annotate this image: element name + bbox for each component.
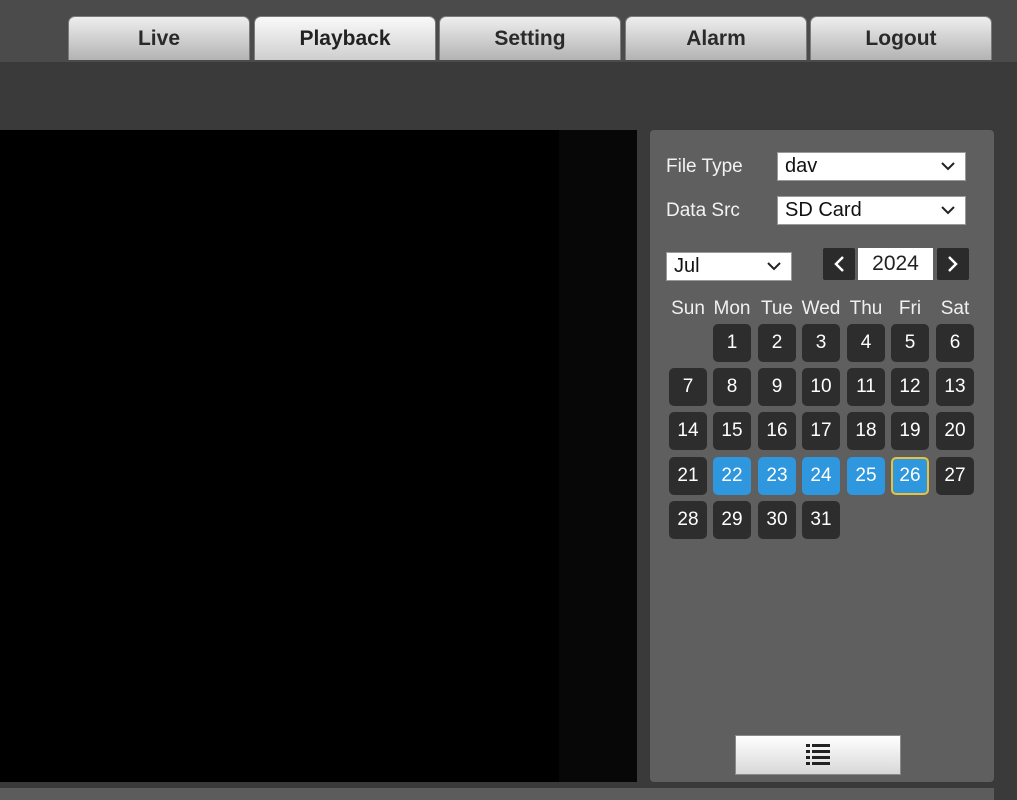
calendar-day[interactable]: 17 bbox=[802, 412, 840, 450]
file-type-label: File Type bbox=[666, 156, 743, 177]
calendar-day[interactable]: 21 bbox=[669, 457, 707, 495]
file-list-button[interactable] bbox=[735, 735, 901, 775]
chevron-left-icon bbox=[834, 256, 844, 272]
top-nav-bar: Live Playback Setting Alarm Logout bbox=[0, 0, 1017, 62]
calendar-day[interactable]: 8 bbox=[713, 368, 751, 406]
data-src-label: Data Src bbox=[666, 200, 740, 221]
calendar-day[interactable]: 19 bbox=[891, 412, 929, 450]
weekday-header: Fri bbox=[898, 298, 922, 319]
calendar-day[interactable]: 23 bbox=[758, 457, 796, 495]
tab-logout[interactable]: Logout bbox=[810, 16, 992, 60]
weekday-header: Mon bbox=[713, 298, 751, 319]
tab-alarm[interactable]: Alarm bbox=[625, 16, 807, 60]
calendar-day[interactable]: 3 bbox=[802, 324, 840, 362]
calendar-day[interactable]: 31 bbox=[802, 501, 840, 539]
month-value: Jul bbox=[674, 255, 700, 277]
calendar-day[interactable]: 27 bbox=[936, 457, 974, 495]
calendar-day[interactable]: 9 bbox=[758, 368, 796, 406]
calendar-day[interactable]: 30 bbox=[758, 501, 796, 539]
calendar-day[interactable]: 16 bbox=[758, 412, 796, 450]
calendar-day[interactable]: 22 bbox=[713, 457, 751, 495]
calendar-day[interactable]: 29 bbox=[713, 501, 751, 539]
chevron-down-icon bbox=[767, 261, 781, 270]
calendar-day[interactable]: 14 bbox=[669, 412, 707, 450]
calendar-day[interactable]: 18 bbox=[847, 412, 885, 450]
next-year-button[interactable] bbox=[937, 248, 969, 280]
weekday-header: Tue bbox=[760, 298, 794, 319]
calendar-day[interactable]: 7 bbox=[669, 368, 707, 406]
tab-setting[interactable]: Setting bbox=[439, 16, 621, 60]
chevron-down-icon bbox=[941, 161, 955, 170]
data-src-select[interactable]: SD Card bbox=[777, 196, 966, 225]
calendar-day[interactable]: 13 bbox=[936, 368, 974, 406]
sub-toolbar bbox=[0, 62, 1017, 130]
month-select[interactable]: Jul bbox=[666, 252, 792, 281]
weekday-header: Thu bbox=[849, 298, 883, 319]
calendar-day[interactable]: 25 bbox=[847, 457, 885, 495]
prev-year-button[interactable] bbox=[823, 248, 855, 280]
video-edge bbox=[559, 130, 637, 782]
calendar-day[interactable]: 28 bbox=[669, 501, 707, 539]
calendar-day[interactable]: 24 bbox=[802, 457, 840, 495]
calendar-day[interactable]: 4 bbox=[847, 324, 885, 362]
calendar-day[interactable]: 15 bbox=[713, 412, 751, 450]
calendar-day[interactable]: 6 bbox=[936, 324, 974, 362]
calendar-day[interactable]: 12 bbox=[891, 368, 929, 406]
tab-playback[interactable]: Playback bbox=[254, 16, 436, 60]
weekday-header: Wed bbox=[801, 298, 841, 319]
chevron-right-icon bbox=[948, 256, 958, 272]
calendar-day[interactable]: 26 bbox=[891, 457, 929, 495]
list-icon bbox=[806, 744, 830, 765]
playback-search-panel bbox=[650, 130, 994, 782]
calendar-day[interactable]: 2 bbox=[758, 324, 796, 362]
weekday-header: Sun bbox=[671, 298, 705, 319]
weekday-header: Sat bbox=[940, 298, 970, 319]
calendar-day[interactable]: 11 bbox=[847, 368, 885, 406]
chevron-down-icon bbox=[941, 205, 955, 214]
calendar-day[interactable]: 5 bbox=[891, 324, 929, 362]
tab-live[interactable]: Live bbox=[68, 16, 250, 60]
year-field[interactable]: 2024 bbox=[858, 248, 933, 280]
data-src-value: SD Card bbox=[785, 199, 862, 221]
playback-timeline-bar[interactable] bbox=[0, 788, 994, 800]
file-type-value: dav bbox=[785, 155, 818, 177]
calendar-day[interactable]: 20 bbox=[936, 412, 974, 450]
calendar-day[interactable]: 1 bbox=[713, 324, 751, 362]
calendar-day[interactable]: 10 bbox=[802, 368, 840, 406]
video-playback-area[interactable] bbox=[0, 130, 637, 782]
file-type-select[interactable]: dav bbox=[777, 152, 966, 181]
